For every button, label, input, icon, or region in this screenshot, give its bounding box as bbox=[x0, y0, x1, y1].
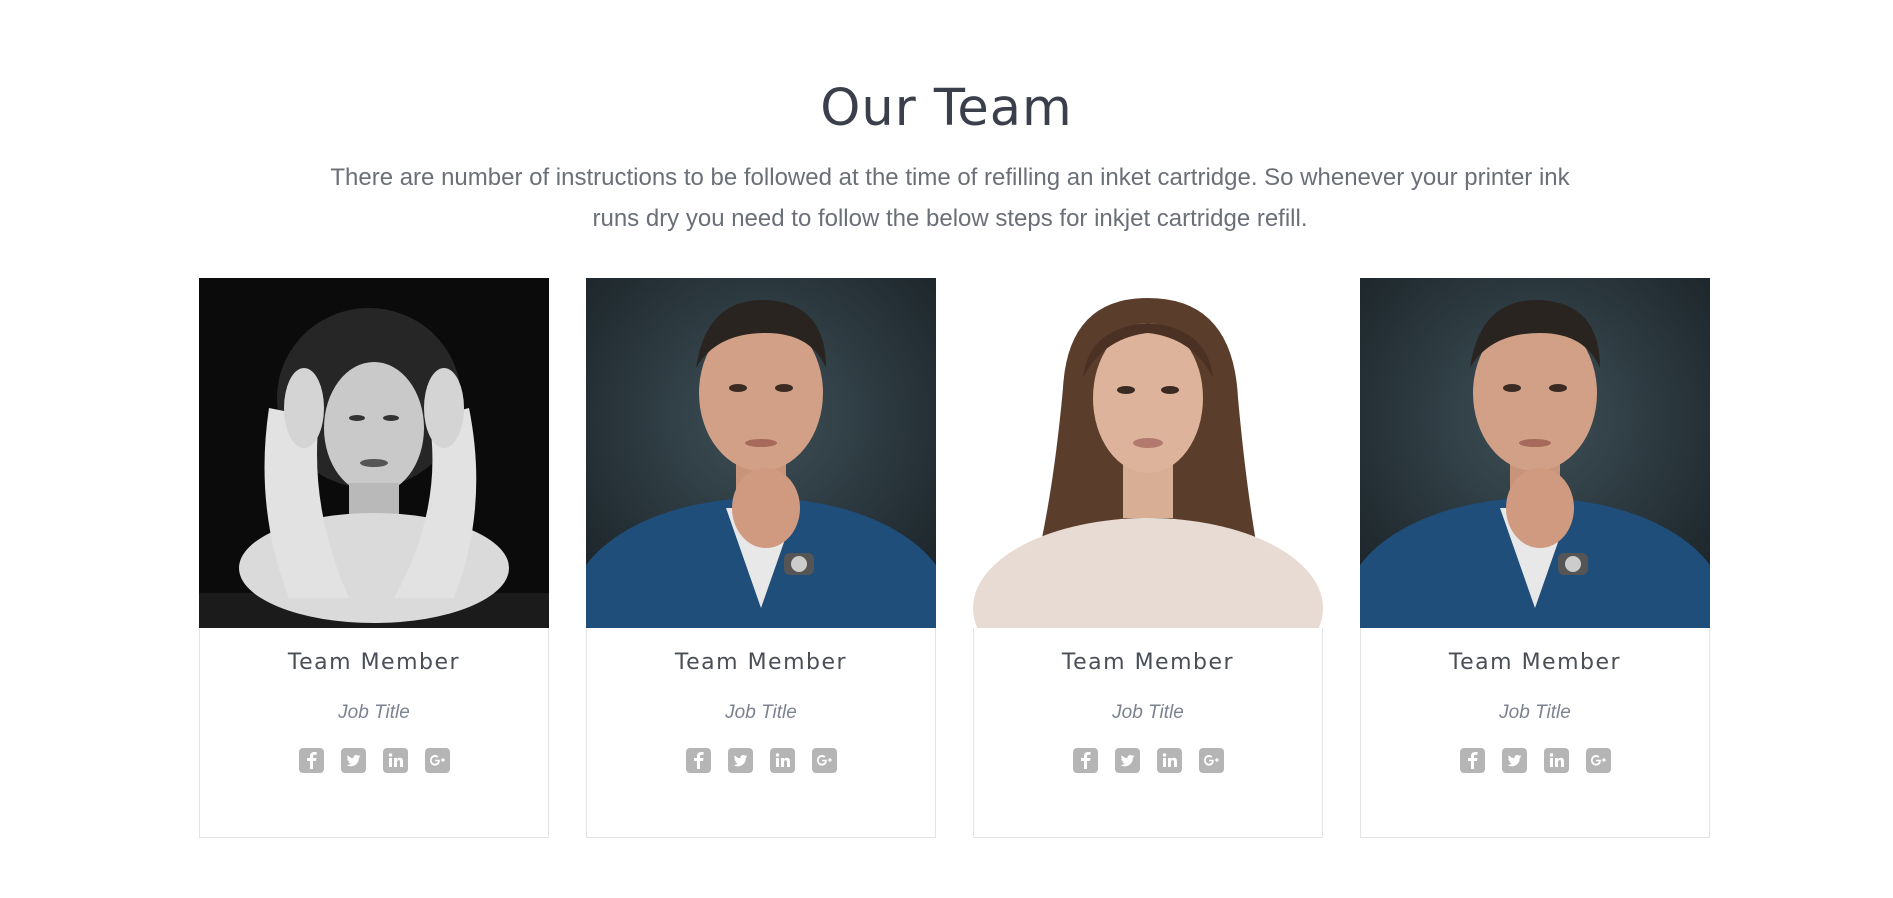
member-job-title: Job Title bbox=[338, 702, 410, 723]
google-plus-icon[interactable] bbox=[811, 748, 837, 773]
twitter-icon[interactable] bbox=[727, 748, 753, 773]
team-member-photo bbox=[199, 278, 549, 628]
member-job-title: Job Title bbox=[725, 702, 797, 723]
facebook-icon[interactable] bbox=[1459, 748, 1485, 773]
team-card: Team Member Job Title bbox=[973, 278, 1323, 838]
section-title: Our Team bbox=[820, 79, 1073, 138]
linkedin-icon[interactable] bbox=[1156, 748, 1182, 773]
member-name: Team Member bbox=[674, 650, 848, 675]
team-member-photo bbox=[1360, 278, 1710, 628]
google-plus-icon[interactable] bbox=[1198, 748, 1224, 773]
member-name: Team Member bbox=[1061, 650, 1235, 675]
social-links bbox=[1361, 748, 1709, 773]
member-job-title: Job Title bbox=[1112, 702, 1184, 723]
linkedin-icon[interactable] bbox=[1543, 748, 1569, 773]
member-name: Team Member bbox=[1448, 650, 1622, 675]
team-section: Our Team There are number of instruction… bbox=[0, 0, 1893, 898]
social-links bbox=[587, 748, 935, 773]
section-intro: There are number of instructions to be f… bbox=[330, 164, 1570, 232]
google-plus-icon[interactable] bbox=[424, 748, 450, 773]
team-card: Team Member Job Title bbox=[199, 278, 549, 838]
google-plus-icon[interactable] bbox=[1585, 748, 1611, 773]
team-cards: Team Member Job Title Team Member Job Ti… bbox=[199, 278, 1711, 838]
facebook-icon[interactable] bbox=[1072, 748, 1098, 773]
team-card: Team Member Job Title bbox=[586, 278, 936, 838]
member-job-title: Job Title bbox=[1499, 702, 1571, 723]
social-links bbox=[200, 748, 548, 773]
team-member-photo bbox=[586, 278, 936, 628]
twitter-icon[interactable] bbox=[1114, 748, 1140, 773]
linkedin-icon[interactable] bbox=[382, 748, 408, 773]
team-member-photo bbox=[973, 278, 1323, 628]
team-card: Team Member Job Title bbox=[1360, 278, 1710, 838]
linkedin-icon[interactable] bbox=[769, 748, 795, 773]
facebook-icon[interactable] bbox=[298, 748, 324, 773]
facebook-icon[interactable] bbox=[685, 748, 711, 773]
member-name: Team Member bbox=[287, 650, 461, 675]
social-links bbox=[974, 748, 1322, 773]
twitter-icon[interactable] bbox=[1501, 748, 1527, 773]
twitter-icon[interactable] bbox=[340, 748, 366, 773]
